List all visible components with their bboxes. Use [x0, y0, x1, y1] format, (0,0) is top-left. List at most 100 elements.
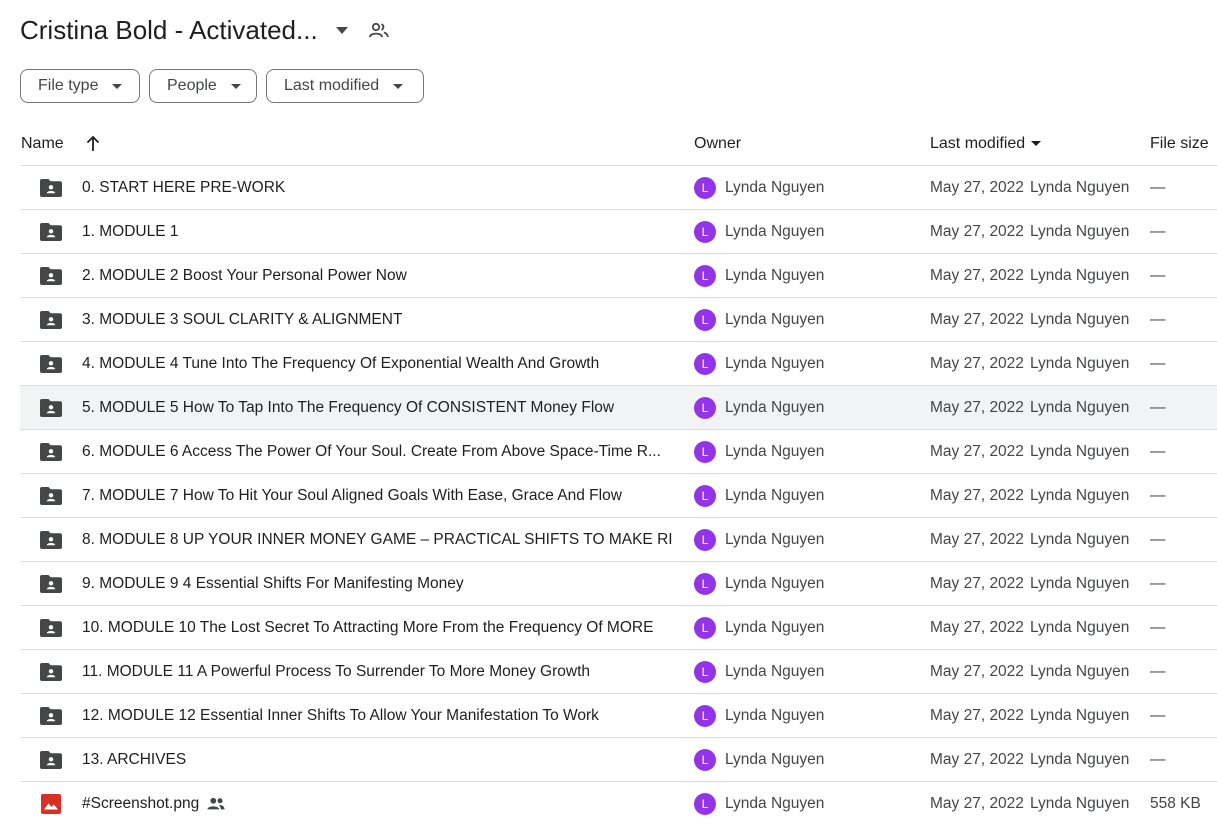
owner-cell: L Lynda Nguyen [694, 650, 824, 693]
owner-name: Lynda Nguyen [725, 310, 825, 328]
shared-folder-icon [40, 573, 62, 595]
shared-folder-icon [40, 221, 62, 243]
name-column-header[interactable]: Name [21, 135, 100, 153]
owner-name: Lynda Nguyen [725, 706, 825, 724]
last-modified-cell: May 27, 2022 Lynda Nguyen [930, 210, 1129, 253]
sort-ascending-icon[interactable] [86, 135, 100, 152]
file-name[interactable]: 10. MODULE 10 The Lost Secret To Attract… [82, 606, 653, 649]
file-name[interactable]: 2. MODULE 2 Boost Your Personal Power No… [82, 254, 407, 297]
arrow-drop-down-icon [393, 83, 404, 89]
last-modified-cell: May 27, 2022 Lynda Nguyen [930, 606, 1129, 649]
file-size-column-header[interactable]: File size [1150, 135, 1209, 153]
file-name[interactable]: 4. MODULE 4 Tune Into The Frequency Of E… [82, 342, 599, 385]
file-rows: 0. START HERE PRE-WORK L Lynda Nguyen May 2… [20, 166, 1217, 825]
avatar[interactable]: L [694, 484, 716, 507]
table-row[interactable]: 13. ARCHIVES L Lynda Nguyen May 27, 2022 Lyn… [20, 738, 1217, 782]
file-size-cell: — [1150, 530, 1166, 548]
shared-folder-icon [40, 309, 62, 331]
last-modified-cell: May 27, 2022 Lynda Nguyen [930, 298, 1129, 341]
file-name[interactable]: 6. MODULE 6 Access The Power Of Your Sou… [82, 430, 661, 473]
file-name[interactable]: 3. MODULE 3 SOUL CLARITY & ALIGNMENT [82, 298, 402, 341]
arrow-drop-down-icon[interactable] [328, 16, 356, 44]
modified-by: Lynda Nguyen [1029, 398, 1130, 416]
last-modified-cell: May 27, 2022 Lynda Nguyen [930, 166, 1129, 209]
shared-folder-icon [40, 265, 62, 287]
table-row[interactable]: 0. START HERE PRE-WORK L Lynda Nguyen May 2… [20, 166, 1217, 210]
file-name[interactable]: 7. MODULE 7 How To Hit Your Soul Aligned… [82, 474, 622, 517]
owner-cell: L Lynda Nguyen [694, 694, 824, 737]
file-size-cell: — [1150, 618, 1166, 636]
shared-people-icon [366, 17, 392, 43]
file-name[interactable]: #Screenshot.png [82, 782, 225, 825]
file-name[interactable]: 9. MODULE 9 4 Essential Shifts For Manif… [82, 562, 464, 605]
page-title[interactable]: Cristina Bold - Activated... [20, 15, 318, 46]
last-modified-filter-label: Last modified [284, 77, 380, 94]
last-modified-cell: May 27, 2022 Lynda Nguyen [930, 342, 1129, 385]
avatar[interactable]: L [694, 440, 716, 463]
avatar[interactable]: L [694, 792, 716, 815]
table-row[interactable]: 6. MODULE 6 Access The Power Of Your Sou… [20, 430, 1217, 474]
file-type-filter-button[interactable]: File type [20, 69, 140, 103]
file-size-cell: — [1150, 486, 1166, 504]
avatar[interactable]: L [694, 264, 716, 287]
last-modified-cell: May 27, 2022 Lynda Nguyen [930, 386, 1129, 429]
table-row[interactable]: 3. MODULE 3 SOUL CLARITY & ALIGNMENT L Lyn… [20, 298, 1217, 342]
shared-folder-icon [40, 441, 62, 463]
table-row[interactable]: 1. MODULE 1 L Lynda Nguyen May 27, 2022 Lynd… [20, 210, 1217, 254]
last-modified-column-header[interactable]: Last modified [930, 135, 1042, 153]
owner-cell: L Lynda Nguyen [694, 386, 824, 429]
last-modified-filter-button[interactable]: Last modified [266, 69, 424, 103]
modified-date: May 27, 2022 [930, 178, 1024, 196]
avatar[interactable]: L [694, 176, 716, 199]
file-name-text: 8. MODULE 8 UP YOUR INNER MONEY GAME – P… [82, 531, 672, 548]
table-row[interactable]: 4. MODULE 4 Tune Into The Frequency Of E… [20, 342, 1217, 386]
modified-by: Lynda Nguyen [1029, 178, 1130, 196]
page-header: Cristina Bold - Activated... [20, 12, 392, 48]
owner-column-header[interactable]: Owner [694, 135, 741, 153]
file-name[interactable]: 8. MODULE 8 UP YOUR INNER MONEY GAME – P… [82, 518, 672, 561]
file-name[interactable]: 11. MODULE 11 A Powerful Process To Surr… [82, 650, 590, 693]
file-size-cell: — [1150, 354, 1166, 372]
avatar[interactable]: L [694, 748, 716, 771]
table-row[interactable]: 5. MODULE 5 How To Tap Into The Frequenc… [20, 386, 1217, 430]
filter-bar: File type People Last modified [20, 69, 424, 103]
avatar[interactable]: L [694, 572, 716, 595]
file-name-text: 5. MODULE 5 How To Tap Into The Frequenc… [82, 399, 615, 416]
owner-name: Lynda Nguyen [725, 398, 825, 416]
modified-date: May 27, 2022 [930, 310, 1024, 328]
owner-cell: L Lynda Nguyen [694, 518, 824, 561]
file-name-text: 10. MODULE 10 The Lost Secret To Attract… [82, 619, 654, 636]
file-name[interactable]: 12. MODULE 12 Essential Inner Shifts To … [82, 694, 599, 737]
owner-name: Lynda Nguyen [725, 266, 825, 284]
file-name-text: 4. MODULE 4 Tune Into The Frequency Of E… [82, 355, 600, 372]
avatar[interactable]: L [694, 616, 716, 639]
arrow-drop-down-icon [112, 83, 123, 89]
avatar[interactable]: L [694, 352, 716, 375]
table-row[interactable]: 9. MODULE 9 4 Essential Shifts For Manif… [20, 562, 1217, 606]
file-name[interactable]: 1. MODULE 1 [82, 210, 178, 253]
file-name[interactable]: 13. ARCHIVES [82, 738, 186, 781]
file-name[interactable]: 0. START HERE PRE-WORK [82, 166, 285, 209]
file-name[interactable]: 5. MODULE 5 How To Tap Into The Frequenc… [82, 386, 614, 429]
owner-cell: L Lynda Nguyen [694, 782, 824, 825]
table-row[interactable]: #Screenshot.png L Lynda Nguyen May 27, 2022… [20, 782, 1217, 825]
avatar[interactable]: L [694, 308, 716, 331]
avatar[interactable]: L [694, 396, 716, 419]
table-row[interactable]: 11. MODULE 11 A Powerful Process To Surr… [20, 650, 1217, 694]
owner-name: Lynda Nguyen [725, 574, 825, 592]
shared-folder-icon [40, 617, 62, 639]
modified-date: May 27, 2022 [930, 794, 1024, 812]
avatar[interactable]: L [694, 220, 716, 243]
shared-folder-icon [40, 177, 62, 199]
table-row[interactable]: 12. MODULE 12 Essential Inner Shifts To … [20, 694, 1217, 738]
owner-name: Lynda Nguyen [725, 750, 825, 768]
owner-cell: L Lynda Nguyen [694, 562, 824, 605]
table-row[interactable]: 2. MODULE 2 Boost Your Personal Power No… [20, 254, 1217, 298]
table-row[interactable]: 10. MODULE 10 The Lost Secret To Attract… [20, 606, 1217, 650]
table-row[interactable]: 7. MODULE 7 How To Hit Your Soul Aligned… [20, 474, 1217, 518]
avatar[interactable]: L [694, 528, 716, 551]
table-row[interactable]: 8. MODULE 8 UP YOUR INNER MONEY GAME – P… [20, 518, 1217, 562]
avatar[interactable]: L [694, 704, 716, 727]
avatar[interactable]: L [694, 660, 716, 683]
people-filter-button[interactable]: People [149, 69, 257, 103]
